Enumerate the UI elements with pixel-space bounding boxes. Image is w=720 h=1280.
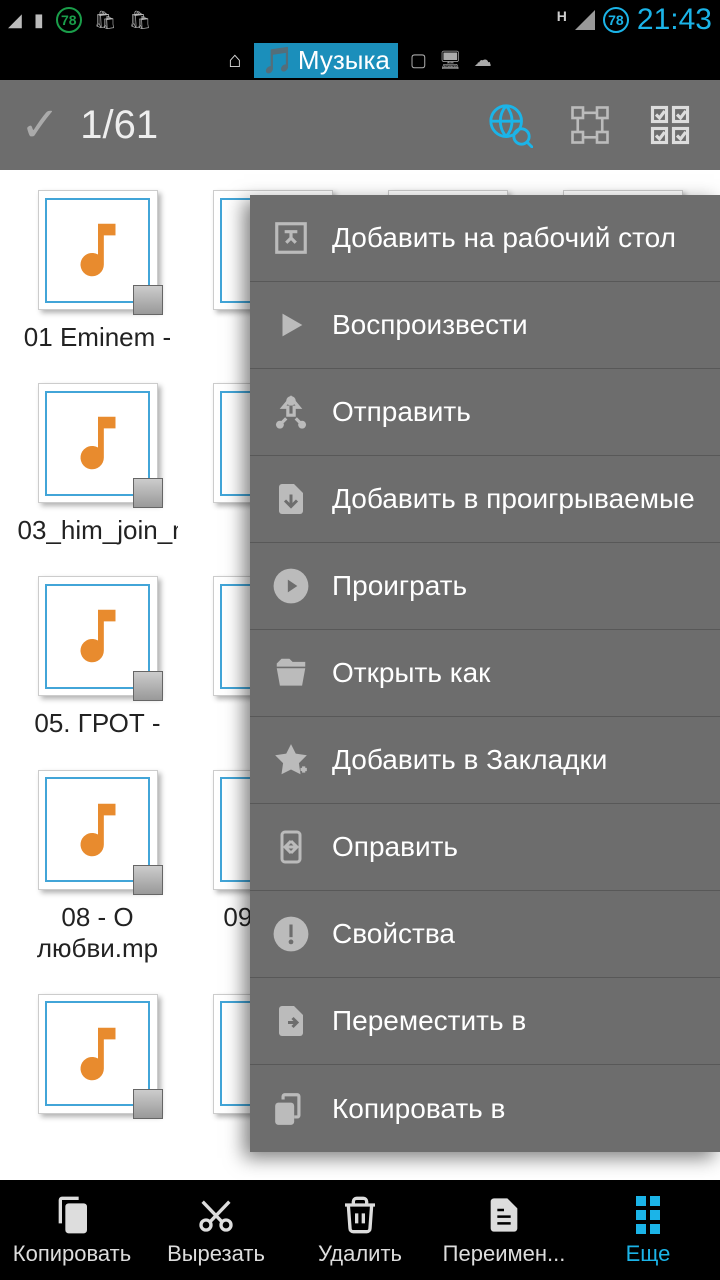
menu-item-7[interactable]: Оправить [250, 804, 720, 891]
file-label: 03_him_join_me_in_ [18, 515, 178, 546]
file-checkbox[interactable] [133, 285, 163, 315]
menu-item-4[interactable]: Проиграть [250, 543, 720, 630]
path-current[interactable]: 🎵 Музыка [254, 43, 398, 78]
home-icon[interactable]: ⌂ [228, 47, 241, 73]
bottom-label: Еще [626, 1241, 671, 1267]
bottom-icon [196, 1193, 236, 1237]
menu-item-1[interactable]: Воспроизвести [250, 282, 720, 369]
menu-label: Свойства [332, 918, 455, 950]
path-bar: ⌂ 🎵 Музыка ▢ 🖥 ☁ [0, 40, 720, 80]
computer-icon[interactable]: 🖥 [439, 50, 462, 71]
menu-icon [270, 739, 312, 781]
file-item[interactable]: 01 Eminem - [10, 190, 185, 353]
bottom-Еще[interactable]: Еще [576, 1180, 720, 1280]
menu-label: Добавить в проигрываемые [332, 483, 695, 515]
clock: 21:43 [637, 3, 712, 37]
file-label: 08 - О любви.mp [18, 902, 178, 964]
menu-item-2[interactable]: Отправить [250, 369, 720, 456]
path-label: Музыка [298, 45, 390, 76]
menu-icon [270, 1000, 312, 1042]
menu-item-3[interactable]: Добавить в проигрываемые [250, 456, 720, 543]
menu-label: Отправить [332, 396, 471, 428]
music-file-icon [38, 383, 158, 503]
music-file-icon [38, 576, 158, 696]
menu-icon [270, 478, 312, 520]
status-bar: ◢ ▮ 78 🛍 🛍 H 78 21:43 [0, 0, 720, 40]
file-checkbox[interactable] [133, 865, 163, 895]
menu-label: Оправить [332, 831, 458, 863]
file-item[interactable] [10, 994, 185, 1126]
device-tab-icon[interactable]: ▢ [410, 50, 427, 71]
menu-label: Копировать в [332, 1093, 505, 1125]
bottom-label: Переимен... [443, 1241, 566, 1267]
file-checkbox[interactable] [133, 671, 163, 701]
menu-icon [270, 565, 312, 607]
menu-label: Открыть как [332, 657, 490, 689]
menu-label: Воспроизвести [332, 309, 528, 341]
bottom-bar: Копировать Вырезать Удалить Переимен... Еще [0, 1180, 720, 1280]
menu-icon [270, 391, 312, 433]
bag-icon-2: 🛍 [129, 10, 152, 31]
badge-icon: 78 [56, 7, 82, 33]
menu-item-5[interactable]: Открыть как [250, 630, 720, 717]
bottom-icon [484, 1193, 524, 1237]
badge-blue-icon: 78 [603, 7, 629, 33]
network-h: H [557, 8, 567, 24]
menu-item-0[interactable]: Добавить на рабочий стол [250, 195, 720, 282]
bottom-Переимен...[interactable]: Переимен... [432, 1180, 576, 1280]
file-item[interactable]: 03_him_join_me_in_ [10, 383, 185, 546]
context-menu: Добавить на рабочий стол Воспроизвести Отп… [250, 195, 720, 1152]
select-tree-icon[interactable] [560, 95, 620, 155]
menu-item-10[interactable]: Копировать в [250, 1065, 720, 1152]
file-checkbox[interactable] [133, 1089, 163, 1119]
menu-label: Добавить в Закладки [332, 744, 607, 776]
bag-icon: 🛍 [94, 10, 117, 31]
bottom-label: Копировать [13, 1241, 131, 1267]
bottom-Удалить[interactable]: Удалить [288, 1180, 432, 1280]
bottom-icon [340, 1193, 380, 1237]
globe-search-icon[interactable] [480, 95, 540, 155]
file-label: 05. ГРОТ - [34, 708, 160, 739]
bottom-label: Удалить [318, 1241, 402, 1267]
menu-icon [270, 304, 312, 346]
menu-icon [270, 217, 312, 259]
music-file-icon [38, 190, 158, 310]
bottom-label: Вырезать [167, 1241, 265, 1267]
music-icon: 🎵 [262, 45, 294, 76]
bottom-icon [52, 1193, 92, 1237]
file-item[interactable]: 05. ГРОТ - [10, 576, 185, 739]
music-file-icon [38, 994, 158, 1114]
select-all-icon[interactable] [640, 95, 700, 155]
bottom-Вырезать[interactable]: Вырезать [144, 1180, 288, 1280]
battery-icon: ▮ [34, 10, 44, 31]
menu-icon [270, 652, 312, 694]
menu-item-6[interactable]: Добавить в Закладки [250, 717, 720, 804]
menu-item-9[interactable]: Переместить в [250, 978, 720, 1065]
check-icon[interactable]: ✓ [20, 97, 60, 153]
selection-counter: 1/61 [80, 103, 460, 148]
menu-icon [270, 913, 312, 955]
file-label: 01 Eminem - [24, 322, 171, 353]
cloud-icon[interactable]: ☁ [474, 50, 492, 71]
bottom-icon [636, 1193, 660, 1237]
file-checkbox[interactable] [133, 478, 163, 508]
action-bar: ✓ 1/61 [0, 80, 720, 170]
menu-icon [270, 826, 312, 868]
menu-label: Проиграть [332, 570, 467, 602]
menu-label: Переместить в [332, 1005, 526, 1037]
signal-icon [575, 10, 595, 30]
menu-label: Добавить на рабочий стол [332, 222, 676, 254]
menu-item-8[interactable]: Свойства [250, 891, 720, 978]
music-file-icon [38, 770, 158, 890]
device-icon: ◢ [8, 10, 22, 31]
bottom-Копировать[interactable]: Копировать [0, 1180, 144, 1280]
menu-icon [270, 1088, 312, 1130]
file-item[interactable]: 08 - О любви.mp [10, 770, 185, 964]
